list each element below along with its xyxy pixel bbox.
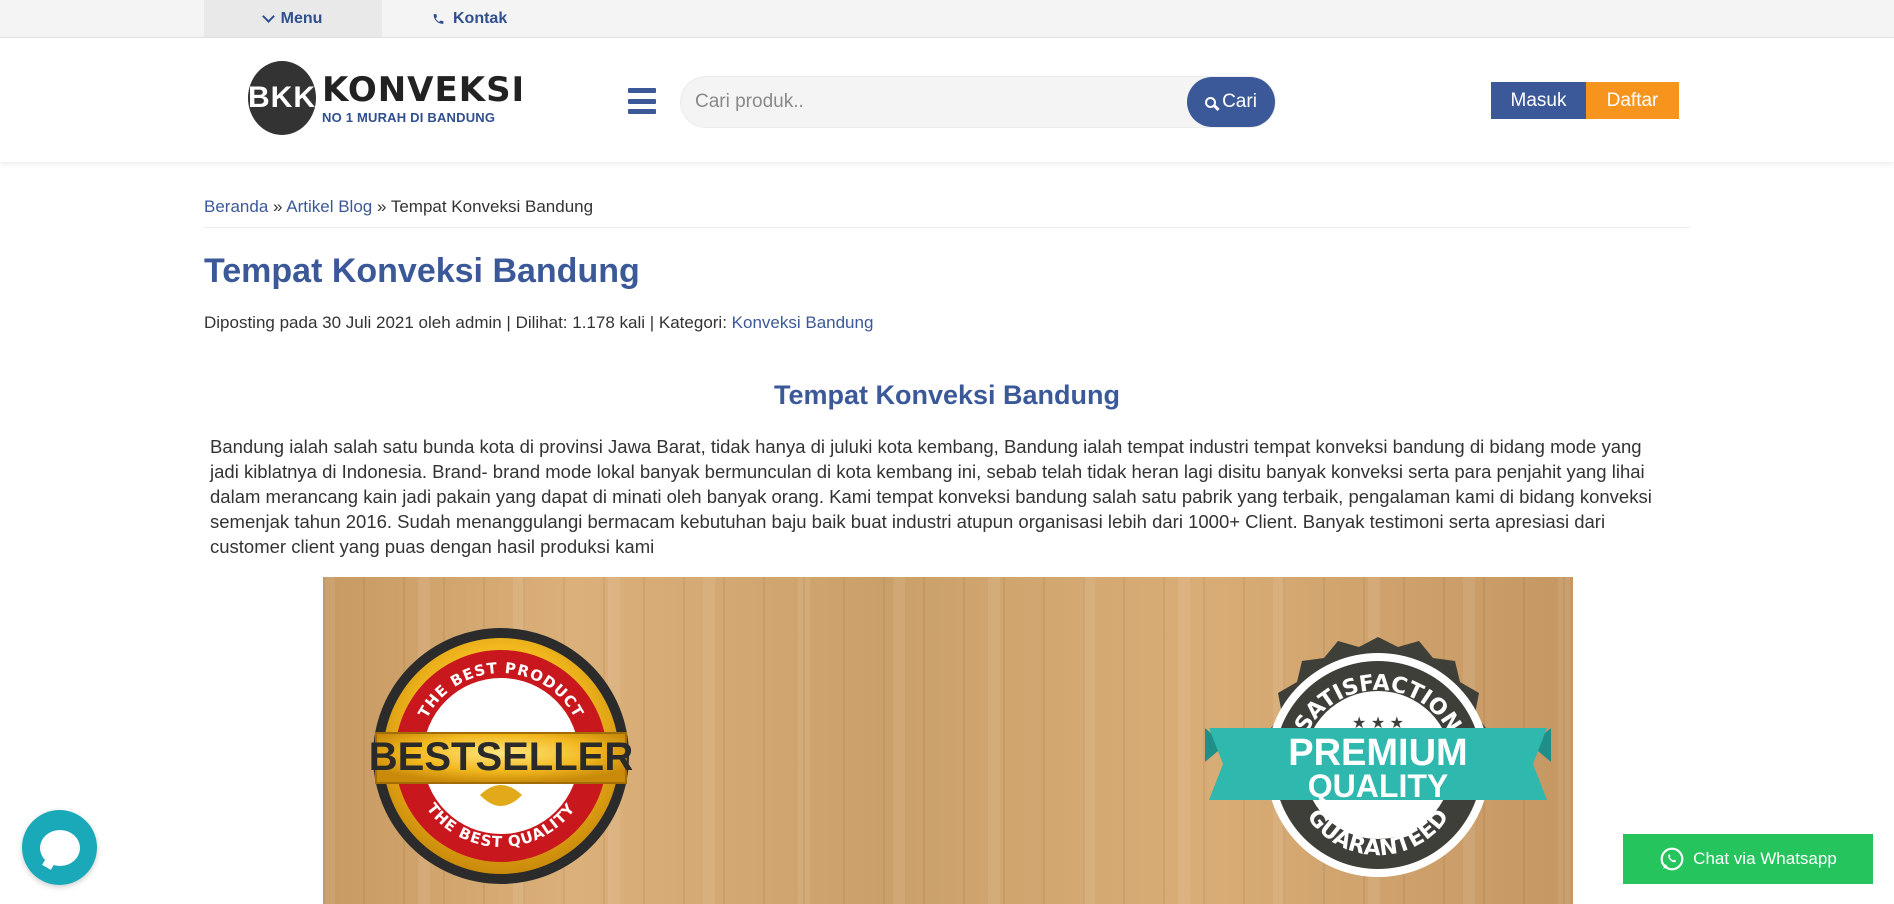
search-bar: Cari [680,76,1276,128]
whatsapp-label: Chat via Whatsapp [1693,849,1837,868]
breadcrumb-current: Tempat Konveksi Bandung [390,197,594,216]
top-bar: Menu Kontak [0,0,1894,38]
hamburger-menu-icon[interactable] [628,88,656,114]
phone-icon [433,13,444,24]
site-header: BKK KONVEKSI NO 1 MURAH DI BANDUNG Cari … [0,38,1894,162]
chevron-down-icon [261,9,275,23]
kontak-link[interactable]: Kontak [432,0,507,37]
logo-mark: BKK [248,61,316,135]
divider [204,227,1690,228]
breadcrumb-home[interactable]: Beranda [204,197,268,216]
post-meta: Diposting pada 30 Juli 2021 oleh admin |… [204,313,873,333]
search-button-label: Cari [1222,91,1257,112]
breadcrumb-separator: » [372,197,391,216]
badge-main-text: BESTSELLER [370,735,632,779]
article-banner-image: THE BEST PRODUCT THE BEST QUALITY BESTSE… [323,577,1573,904]
search-input[interactable] [693,77,1167,127]
premium-quality-badge: SATISFACTION GUARANTEED ★ ★ ★ PREMIUM QU… [1205,637,1551,877]
page-title: Tempat Konveksi Bandung [204,252,640,290]
whatsapp-icon [1660,847,1684,871]
live-chat-button[interactable] [22,810,97,885]
search-icon [1205,96,1217,108]
logo-tagline: NO 1 MURAH DI BANDUNG [322,109,496,125]
badge-line2: QUALITY [1308,768,1448,804]
register-button[interactable]: Daftar [1586,82,1679,119]
article-subtitle: Tempat Konveksi Bandung [773,380,1121,410]
kontak-label: Kontak [453,9,508,27]
whatsapp-chat-button[interactable]: Chat via Whatsapp [1623,834,1873,884]
bestseller-badge: THE BEST PRODUCT THE BEST QUALITY BESTSE… [370,628,632,884]
menu-toggle[interactable]: Menu [204,0,382,37]
breadcrumb-blog[interactable]: Artikel Blog [286,197,372,216]
search-button[interactable]: Cari [1187,77,1275,127]
breadcrumb: Beranda » Artikel Blog » Tempat Konveksi… [204,197,593,217]
breadcrumb-separator: » [268,197,287,216]
logo-name: KONVEKSI [322,69,526,110]
logo-text: KONVEKSI NO 1 MURAH DI BANDUNG [322,73,525,124]
login-button[interactable]: Masuk [1491,82,1586,119]
post-meta-text: Diposting pada 30 Juli 2021 oleh admin |… [204,313,732,332]
chat-icon [39,829,80,866]
site-logo[interactable]: BKK KONVEKSI NO 1 MURAH DI BANDUNG [218,58,524,138]
category-link[interactable]: Konveksi Bandung [732,313,874,332]
article-paragraph: Bandung ialah salah satu bunda kota di p… [210,436,1652,557]
menu-label: Menu [280,9,323,27]
